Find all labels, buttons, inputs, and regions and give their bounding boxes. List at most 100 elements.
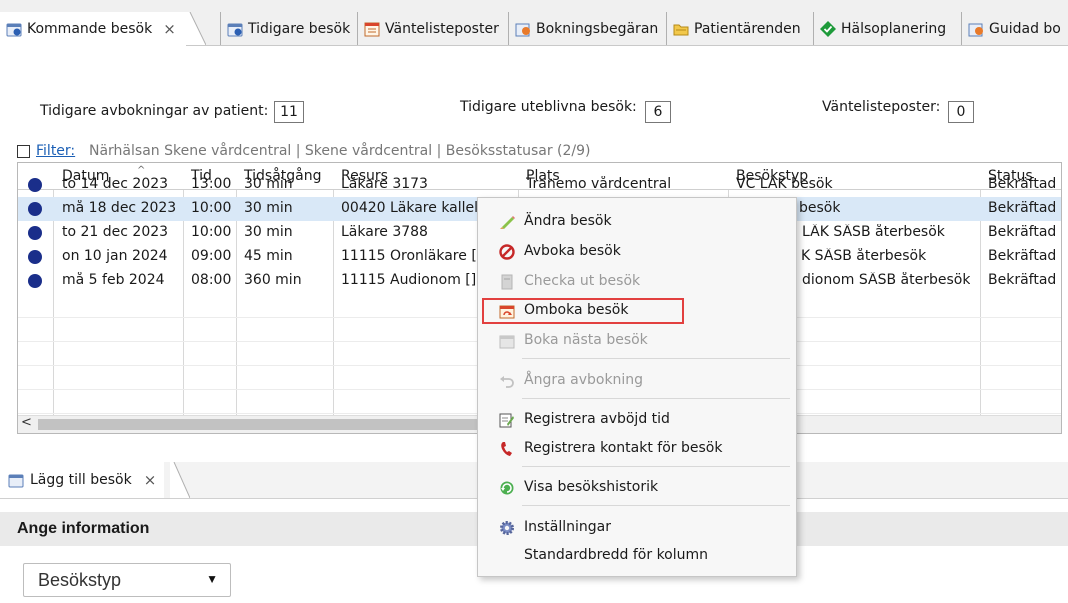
calendar-next-icon — [499, 335, 515, 349]
cell-status: Bekräftad — [988, 224, 1057, 240]
cell-besokstyp: besök — [799, 200, 841, 216]
no-shows-label: Tidigare uteblivna besök: — [460, 99, 637, 115]
tab-divider — [186, 12, 206, 45]
section-title: Ange information — [17, 520, 150, 537]
cell-status: Bekräftad — [988, 200, 1057, 216]
cell-plats: Tranemo vårdcentral — [526, 176, 672, 192]
menu-item-label: Inställningar — [524, 519, 612, 535]
filter-link[interactable]: Filter: — [36, 143, 75, 159]
menu-item-angra-avbokning[interactable]: Ångra avbokning — [478, 368, 796, 394]
checkout-icon — [501, 274, 513, 290]
cell-datum: må 18 dec 2023 — [62, 200, 177, 216]
cell-tid: 10:00 — [191, 200, 232, 216]
menu-item-checka-ut-besok[interactable]: Checka ut besök — [478, 269, 796, 295]
tab-label: Lägg till besök — [30, 472, 132, 488]
tab-label: Guidad bo — [989, 20, 1061, 37]
tab-label: Kommande besök — [27, 21, 153, 37]
tab-bokningsbegaran[interactable]: Bokningsbegäran — [508, 12, 666, 45]
menu-item-visa-besokshistorik[interactable]: Visa besökshistorik — [478, 475, 796, 501]
table-row[interactable]: to 14 dec 2023 13:00 30 min Läkare 3173 … — [18, 173, 1061, 197]
status-dot-icon — [28, 202, 42, 216]
tab-label: Hälsoplanering — [841, 20, 947, 37]
close-icon[interactable]: × — [163, 20, 176, 38]
menu-item-standardbredd[interactable]: Standardbredd för kolumn — [478, 543, 796, 569]
tab-halsoplanering[interactable]: Hälsoplanering — [813, 12, 961, 45]
note-edit-icon — [499, 413, 514, 428]
menu-separator — [522, 466, 790, 467]
menu-item-label: Registrera kontakt för besök — [524, 440, 723, 456]
folder-icon — [673, 24, 689, 35]
context-menu: Ändra besök Avboka besök Checka ut besök… — [477, 197, 797, 577]
menu-item-label: Ångra avbokning — [524, 372, 644, 388]
tab-label: Bokningsbegäran — [536, 20, 659, 37]
tab-bar: Kommande besök × Tidigare besök Väntelis… — [0, 0, 1068, 46]
menu-item-boka-nasta-besok[interactable]: Boka nästa besök — [478, 328, 796, 354]
menu-item-label: Standardbredd för kolumn — [524, 547, 709, 563]
cell-tidsatgang: 360 min — [244, 272, 302, 288]
tab-label: Väntelisteposter — [385, 20, 499, 37]
tab-tidigare-besok[interactable]: Tidigare besök — [220, 12, 357, 45]
besokstyp-dropdown[interactable]: Besökstyp ▼ — [23, 563, 231, 597]
cell-tid: 10:00 — [191, 224, 232, 240]
menu-separator — [522, 398, 790, 399]
cell-datum: to 14 dec 2023 — [62, 176, 169, 192]
cell-tidsatgang: 45 min — [244, 248, 293, 264]
cell-resurs: 00420 Läkare kallels — [341, 200, 481, 216]
status-dot-icon — [28, 274, 42, 288]
status-dot-icon — [28, 250, 42, 264]
tab-patientarenden[interactable]: Patientärenden — [666, 12, 813, 45]
menu-item-avboka-besok[interactable]: Avboka besök — [478, 239, 796, 265]
tab-lagg-till-besok[interactable]: Lägg till besök × — [0, 462, 165, 498]
tab-vantelisteposter[interactable]: Väntelisteposter — [357, 12, 508, 45]
cell-status: Bekräftad — [988, 272, 1057, 288]
chevron-down-icon: ▼ — [206, 572, 218, 586]
menu-item-label: Registrera avböjd tid — [524, 411, 670, 427]
menu-item-label: Omboka besök — [524, 302, 629, 318]
cell-status: Bekräftad — [988, 176, 1057, 192]
calendar-icon — [8, 474, 24, 488]
calendar-icon — [227, 23, 243, 36]
waitlist-count: 0 — [948, 101, 974, 123]
cell-resurs: Läkare 3173 — [341, 176, 428, 192]
cell-besokstyp: LÄK SÄSB återbesök — [802, 224, 945, 240]
cell-resurs: 11115 Audionom [] — [341, 272, 477, 288]
cell-tid: 13:00 — [191, 176, 232, 192]
gear-icon — [500, 521, 514, 535]
cell-tidsatgang: 30 min — [244, 224, 293, 240]
menu-item-label: Avboka besök — [524, 243, 621, 259]
no-shows-count: 6 — [645, 101, 671, 123]
pencil-icon — [500, 216, 515, 229]
calendar-people-icon — [515, 23, 530, 36]
menu-item-installningar[interactable]: Inställningar — [478, 515, 796, 541]
scrollbar-thumb[interactable] — [38, 419, 478, 430]
menu-item-label: Visa besökshistorik — [524, 479, 659, 495]
cell-status: Bekräftad — [988, 248, 1057, 264]
tab-divider — [170, 462, 190, 498]
cell-tidsatgang: 30 min — [244, 176, 293, 192]
list-calendar-icon — [364, 22, 380, 36]
menu-item-omboka-besok[interactable]: Omboka besök — [482, 298, 684, 324]
cell-tid: 09:00 — [191, 248, 232, 264]
cell-datum: on 10 jan 2024 — [62, 248, 168, 264]
tab-guidad-bokning[interactable]: Guidad bo — [961, 12, 1068, 45]
waitlist-label: Väntelisteposter: — [822, 99, 941, 115]
dropdown-value: Besökstyp — [38, 570, 122, 590]
menu-item-registrera-avbojd-tid[interactable]: Registrera avböjd tid — [478, 407, 796, 433]
cancellations-label: Tidigare avbokningar av patient: — [40, 103, 269, 119]
history-icon — [500, 481, 514, 495]
filter-checkbox[interactable] — [17, 145, 30, 158]
menu-item-andra-besok[interactable]: Ändra besök — [478, 209, 796, 235]
tab-kommande-besok[interactable]: Kommande besök × — [0, 12, 186, 46]
tab-label: Tidigare besök — [248, 20, 351, 37]
calendar-icon — [6, 23, 22, 37]
cell-besokstyp: dionom SÄSB återbesök — [802, 272, 971, 288]
filter-summary: Närhälsan Skene vårdcentral | Skene vård… — [89, 143, 591, 159]
menu-separator — [522, 505, 790, 506]
close-icon[interactable]: × — [144, 471, 157, 489]
scroll-left-icon[interactable]: < — [21, 415, 32, 430]
cell-resurs: 11115 Öronläkare [] — [341, 248, 483, 264]
tab-label: Patientärenden — [694, 20, 801, 37]
cell-datum: må 5 feb 2024 — [62, 272, 165, 288]
menu-item-registrera-kontakt[interactable]: Registrera kontakt för besök — [478, 436, 796, 462]
cell-tid: 08:00 — [191, 272, 232, 288]
